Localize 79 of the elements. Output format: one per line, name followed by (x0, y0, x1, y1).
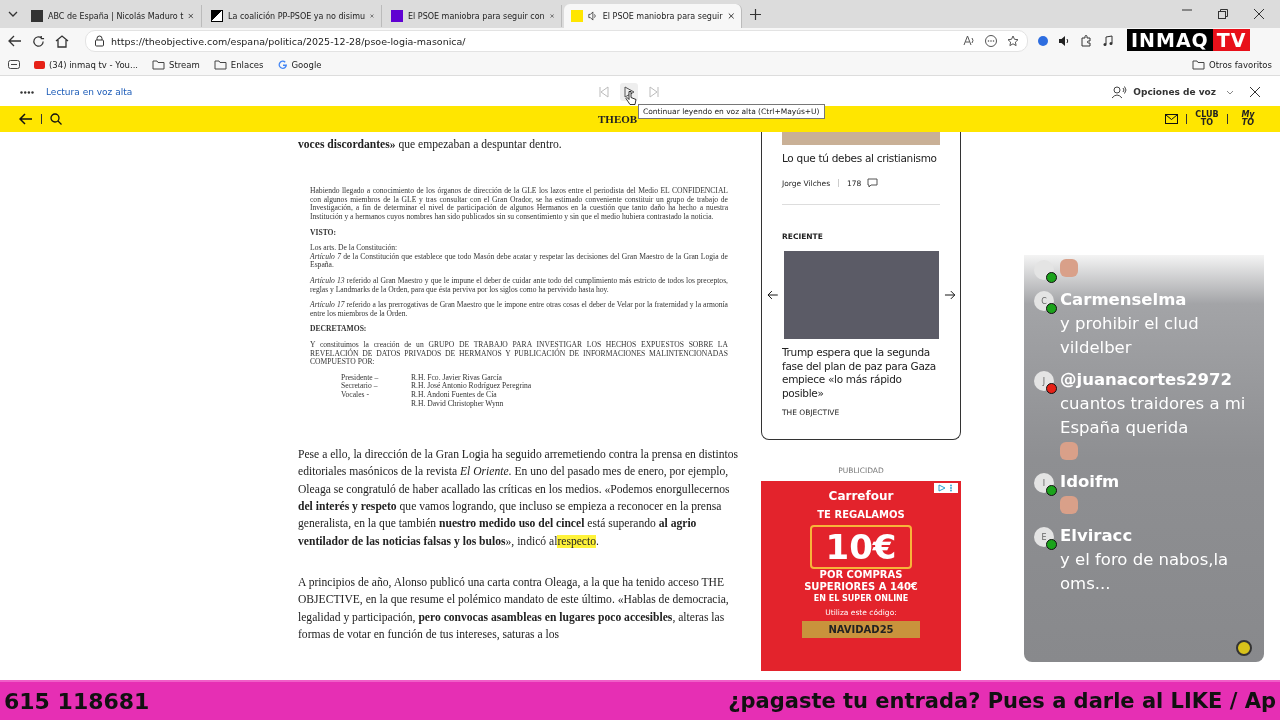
address-bar[interactable]: https://theobjective.com/espana/politica/2025-12-28/psoe-logia-masonica/ (85, 30, 1028, 52)
browser-tab[interactable]: ABC de España | Nicolás Maduro t (24, 5, 202, 27)
browser-tab[interactable]: La coalición PP-PSOE ya no disimu (204, 5, 382, 27)
lock-icon[interactable] (94, 35, 105, 47)
ticker-number: 615 118681 (4, 688, 150, 714)
voice-options-button[interactable]: Opciones de voz (1112, 85, 1234, 99)
article-paragraph: A principios de año, Alonso publicó una carta contra Oleaga, a la que ha tenido acceso THE OBJECTIVE, en la que resume el polémico mandato de este último. «Hablas de democracia, legalidad y participación, pero convocas asambleas en lugares poco accesibles, alteras las formas de votar en función de tus intereses, saturas a los (298, 574, 730, 643)
club-link[interactable]: CLUB TO (1195, 111, 1219, 127)
folder-icon (213, 59, 227, 70)
play-logo-icon (34, 60, 45, 69)
article-link[interactable]: Lo que tú debes al cristianismo (782, 152, 940, 164)
avatar: C (1034, 291, 1054, 311)
music-icon[interactable] (1102, 35, 1114, 47)
ad-headline: TE REGALAMOS (817, 509, 905, 520)
ticker-text: ¿pagaste tu entrada? Pues a darle al LIKE / Ap (728, 689, 1276, 713)
comment-icon (867, 178, 879, 188)
article-paragraph: voces discordantes» que empezaban a despuntar dentro. (298, 137, 563, 153)
speaker-icon[interactable] (1058, 35, 1070, 47)
bookmark[interactable]: Enlaces (213, 59, 264, 70)
article-link[interactable]: Trump espera que la segunda fase del plan de paz para Gaza empiece «lo más rápido posible» (782, 346, 940, 400)
ad-text: SUPERIORES A 140€ (804, 581, 918, 593)
arrow-left-icon[interactable] (767, 290, 779, 300)
ad-amount: 10€ (809, 525, 913, 569)
avatar: I (1034, 473, 1054, 493)
star-icon[interactable] (1007, 35, 1019, 47)
hand-cursor-icon (625, 90, 637, 106)
article-paragraph: Pese a ello, la dirección de la Gran Logia ha seguido arremetiendo contra la prensa en distintos editoriales masónicos de la revista El Oriente. En uno del pasado mes de enero, por ejemplo, Oleaga se congratuló de haber acallado las críticas en los medios. «Podemos enorgullecernos del interés y respeto que vamos logrando, que incluso se empieza a reconocer en la prensa generalista, en la que también nuestro medido uso del cincel está superando al agrio ventilador de las noticias falsas y los bulos», indicó alrespecto. (298, 447, 740, 550)
close-icon[interactable] (1254, 9, 1264, 19)
bookmark[interactable]: (34) inmaq tv - You... (34, 59, 139, 70)
restore-icon[interactable] (1218, 9, 1228, 19)
more-icon[interactable] (20, 90, 34, 94)
site-icon (211, 10, 223, 22)
other-favorites[interactable]: Otros favoritos (1192, 59, 1272, 70)
reload-icon[interactable] (32, 34, 45, 48)
close-icon[interactable] (1250, 87, 1260, 97)
site-logo[interactable]: THEOB (598, 113, 638, 125)
bookmark[interactable]: Stream (152, 59, 200, 70)
avatar: J (1034, 371, 1054, 391)
bookmark[interactable]: Google (277, 59, 322, 70)
folder-icon (152, 59, 166, 70)
site-icon (391, 10, 403, 22)
avatar: E (1034, 527, 1054, 547)
site-icon (571, 10, 583, 22)
bell-icon[interactable] (1236, 640, 1252, 656)
puzzle-icon[interactable] (1080, 35, 1092, 47)
ad-text: POR COMPRAS (819, 569, 903, 581)
site-icon (31, 10, 43, 22)
home-icon[interactable] (55, 34, 69, 48)
close-icon[interactable] (727, 12, 734, 20)
chevron-down-icon[interactable] (8, 11, 18, 17)
chat-message: y el foro de nabos,la oms... (1060, 549, 1230, 595)
voice-icon (1112, 85, 1128, 99)
ad-brand: Carrefour (828, 489, 894, 503)
tab-actions-icon[interactable] (8, 60, 20, 69)
g-logo-icon (277, 59, 288, 70)
read-aloud-icon[interactable] (963, 35, 975, 46)
channel-logo: INMAQ TV (1127, 29, 1251, 51)
browser-tab[interactable]: El PSOE maniobra para seguir (564, 4, 742, 28)
arrow-right-icon[interactable] (944, 290, 956, 300)
chat-username: @juanacortes2972 (1060, 369, 1233, 391)
search-icon[interactable] (50, 113, 62, 125)
chevron-down-icon (1226, 89, 1234, 95)
back-icon[interactable] (19, 113, 33, 125)
read-aloud-title: Lectura en voz alta (46, 87, 133, 97)
chat-message: cuantos traidores a mi España querida (1060, 393, 1247, 439)
ad-text: EN EL SUPER ONLINE (813, 593, 909, 605)
back-icon[interactable] (8, 34, 22, 48)
my-account-link[interactable]: My TO (1236, 111, 1260, 127)
folder-icon (1192, 59, 1206, 70)
chat-message: y prohibir el clud vildelber (1060, 313, 1200, 359)
extension-icon[interactable] (1038, 36, 1048, 46)
mail-icon[interactable] (1165, 114, 1178, 124)
new-tab-icon[interactable] (750, 8, 761, 20)
chat-username: Idoifm (1060, 471, 1120, 493)
chat-username: Carmenselma (1060, 289, 1188, 311)
promo-code: NAVIDAD25 (802, 621, 920, 638)
more-icon[interactable] (985, 35, 997, 47)
browser-tab[interactable]: El PSOE maniobra para seguir con (384, 5, 562, 27)
chat-username: Elviracc (1060, 525, 1134, 547)
